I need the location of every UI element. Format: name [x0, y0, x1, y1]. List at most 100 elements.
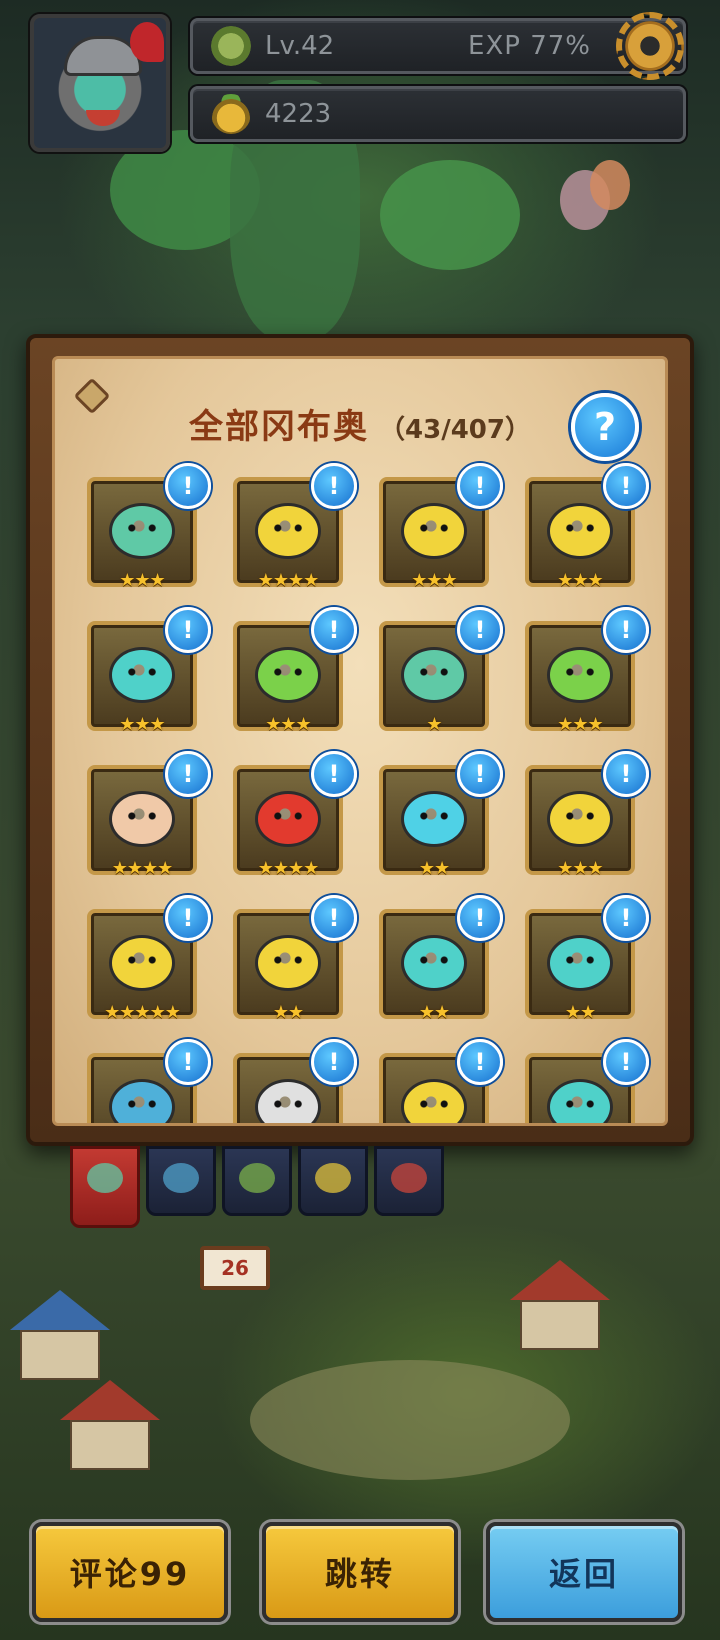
hero-group-icon	[87, 1163, 123, 1193]
currency-amount: 4223	[265, 99, 332, 129]
new-alert-badge[interactable]: !	[457, 463, 503, 509]
new-alert-badge[interactable]: !	[311, 607, 357, 653]
hero-eyes	[563, 523, 597, 533]
star-rating: ★★★	[265, 714, 311, 735]
hero-eyes	[271, 955, 305, 965]
hero-eyes	[271, 667, 305, 677]
hero-card[interactable]: ★★!	[379, 751, 503, 879]
new-alert-badge[interactable]: !	[165, 463, 211, 509]
hero-card[interactable]: ★!	[379, 607, 503, 735]
new-alert-badge[interactable]: !	[603, 463, 649, 509]
gear-icon[interactable]	[616, 12, 684, 80]
currency-bar: 4223	[190, 86, 686, 142]
star-rating: ★★★	[119, 714, 165, 735]
collection-title: 全部冈布奥	[189, 407, 370, 447]
fruit-icon	[211, 94, 251, 134]
hero-card[interactable]: ★★★★!	[233, 463, 357, 591]
new-alert-badge[interactable]: !	[603, 751, 649, 797]
hero-eyes	[417, 811, 451, 821]
star-rating: ★★★	[557, 570, 603, 591]
new-alert-badge[interactable]: !	[603, 895, 649, 941]
hero-eyes	[271, 1099, 305, 1109]
hero-eyes	[125, 667, 159, 677]
hero-silhouette-icon	[239, 1163, 275, 1193]
tab-category-4[interactable]	[298, 1146, 368, 1216]
tab-all[interactable]	[70, 1146, 140, 1228]
hero-card[interactable]: ★★★★!	[87, 751, 211, 879]
hero-card[interactable]: ★★★★!	[233, 751, 357, 879]
hero-card[interactable]: ★★★!	[525, 751, 649, 879]
hero-eyes	[125, 811, 159, 821]
hero-card[interactable]: ★★★!	[525, 607, 649, 735]
new-alert-badge[interactable]: !	[165, 751, 211, 797]
hero-grid: ★★★! ★★★★! ★★★! ★★★! ★★★! ★★★! ★! ★★★! ★★★★! ★★★★…	[87, 463, 649, 1123]
new-alert-badge[interactable]: !	[311, 463, 357, 509]
star-rating: ★★★★	[111, 858, 174, 879]
collection-page: 全部冈布奥 （43/407） ? ★★★! ★★★★! ★★★! ★★★! ★★★! ★★★…	[52, 356, 668, 1126]
hero-eyes	[563, 1099, 597, 1109]
hero-card[interactable]: ★★★!	[525, 463, 649, 591]
star-rating: ★★★★	[257, 570, 320, 591]
star-rating: ★★★	[557, 858, 603, 879]
hero-card[interactable]: ★★★!	[233, 607, 357, 735]
new-alert-badge[interactable]: !	[603, 607, 649, 653]
new-alert-badge[interactable]: !	[311, 751, 357, 797]
category-tabs	[70, 1146, 444, 1228]
star-rating: ★★★★★	[104, 1002, 181, 1023]
hero-eyes	[125, 1099, 159, 1109]
hero-card[interactable]: !	[525, 1039, 649, 1123]
star-rating: ★★	[564, 1002, 596, 1023]
hero-card[interactable]: ★★!	[233, 895, 357, 1023]
hero-card[interactable]: ★★★★★!	[87, 895, 211, 1023]
hero-card[interactable]: ★★★!	[87, 607, 211, 735]
star-rating: ★★★★	[257, 858, 320, 879]
tab-category-3[interactable]	[222, 1146, 292, 1216]
hero-card[interactable]: !	[233, 1039, 357, 1123]
new-alert-badge[interactable]: !	[311, 1039, 357, 1085]
hero-eyes	[417, 955, 451, 965]
plume-graphic	[130, 22, 164, 62]
level-bar: Lv.42 EXP 77%	[190, 18, 686, 74]
new-alert-badge[interactable]: !	[165, 1039, 211, 1085]
hero-eyes	[563, 955, 597, 965]
back-button[interactable]: 返回	[486, 1522, 682, 1622]
exp-text: EXP 77%	[468, 31, 591, 61]
star-rating: ★★★	[557, 714, 603, 735]
new-alert-badge[interactable]: !	[457, 1039, 503, 1085]
mouth-graphic	[86, 110, 120, 126]
hero-eyes	[563, 811, 597, 821]
new-alert-badge[interactable]: !	[603, 1039, 649, 1085]
new-alert-badge[interactable]: !	[457, 607, 503, 653]
tab-category-2[interactable]	[146, 1146, 216, 1216]
hero-card[interactable]: !	[379, 1039, 503, 1123]
hero-eyes	[417, 667, 451, 677]
star-rating: ★★★	[411, 570, 457, 591]
new-alert-badge[interactable]: !	[457, 751, 503, 797]
star-rating: ★	[426, 714, 442, 735]
jump-button[interactable]: 跳转	[262, 1522, 458, 1622]
new-alert-badge[interactable]: !	[457, 895, 503, 941]
hero-eyes	[271, 811, 305, 821]
star-rating: ★★	[272, 1002, 304, 1023]
hero-card[interactable]: ★★!	[379, 895, 503, 1023]
comments-button[interactable]: 评论99	[32, 1522, 228, 1622]
hero-card[interactable]: ★★★!	[379, 463, 503, 591]
new-alert-badge[interactable]: !	[311, 895, 357, 941]
hero-card[interactable]: ★★★!	[87, 463, 211, 591]
star-rating: ★★	[418, 858, 450, 879]
hero-eyes	[563, 667, 597, 677]
sprout-icon	[211, 26, 251, 66]
tab-category-5[interactable]	[374, 1146, 444, 1216]
hero-silhouette-icon	[391, 1163, 427, 1193]
new-alert-badge[interactable]: !	[165, 895, 211, 941]
help-button[interactable]: ?	[571, 393, 639, 461]
hero-eyes	[417, 523, 451, 533]
star-rating: ★★★	[119, 570, 165, 591]
level-text: Lv.42	[265, 31, 335, 61]
hero-silhouette-icon	[315, 1163, 351, 1193]
hero-card[interactable]: !	[87, 1039, 211, 1123]
new-alert-badge[interactable]: !	[165, 607, 211, 653]
hero-eyes	[417, 1099, 451, 1109]
player-avatar[interactable]	[30, 14, 170, 152]
hero-card[interactable]: ★★!	[525, 895, 649, 1023]
